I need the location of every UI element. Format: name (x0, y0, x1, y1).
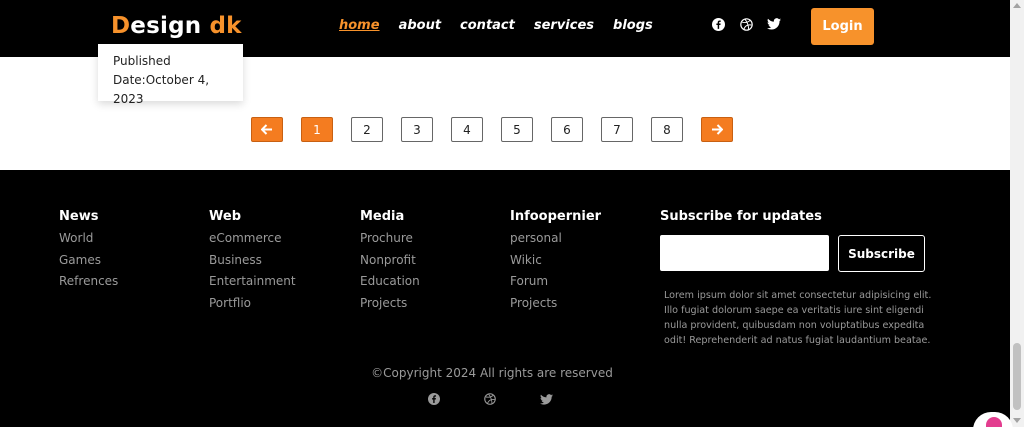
footer-column-title: News (59, 209, 99, 224)
blog-card: Published Date:October 4, 2023 (98, 44, 243, 106)
footer-link-entertainment[interactable]: Entertainment (209, 271, 296, 293)
scroll-up-arrow-icon[interactable] (1013, 3, 1021, 8)
facebook-icon[interactable] (711, 17, 725, 31)
dribbble-icon[interactable] (739, 17, 753, 31)
subscribe-description: Lorem ipsum dolor sit amet consectetur a… (664, 290, 932, 346)
footer-column-infoopernier: Infoopernier personal Wikic Forum Projec… (510, 209, 601, 314)
login-button[interactable]: Login (811, 8, 874, 45)
footer-link-nonprofit[interactable]: Nonprofit (360, 250, 420, 272)
header-social-links (711, 17, 781, 31)
pagination-page-6[interactable]: 6 (551, 117, 583, 142)
arrow-right-icon (712, 124, 723, 135)
subscribe-title: Subscribe for updates (660, 209, 822, 224)
footer-link-wikic[interactable]: Wikic (510, 250, 601, 272)
nav-link-blogs[interactable]: blogs (613, 18, 653, 33)
nav-link-contact[interactable]: contact (460, 18, 515, 33)
pagination: 1 2 3 4 5 6 7 8 (251, 117, 733, 142)
scroll-down-arrow-icon[interactable] (1013, 418, 1021, 423)
footer-link-portflio[interactable]: Portflio (209, 293, 296, 315)
site-footer: News World Games Refrences Web eCommerce… (0, 170, 1010, 427)
footer-link-business[interactable]: Business (209, 250, 296, 272)
pagination-page-2[interactable]: 2 (351, 117, 383, 142)
scrollbar-thumb[interactable] (1013, 343, 1021, 410)
pagination-page-5[interactable]: 5 (501, 117, 533, 142)
site-logo[interactable]: Design dk (111, 13, 242, 39)
footer-link-projects[interactable]: Projects (360, 293, 420, 315)
nav-link-about[interactable]: about (399, 18, 441, 33)
pagination-page-1[interactable]: 1 (301, 117, 333, 142)
pagination-page-8[interactable]: 8 (651, 117, 683, 142)
subscribe-button[interactable]: Subscribe (838, 235, 925, 272)
widget-logo-icon (986, 417, 1002, 427)
twitter-icon[interactable] (767, 17, 781, 31)
footer-column-title: Web (209, 209, 241, 224)
logo-initial: D (111, 13, 131, 39)
pagination-page-7[interactable]: 7 (601, 117, 633, 142)
dribbble-icon[interactable] (483, 392, 497, 406)
footer-column-media: Media Prochure Nonprofit Education Proje… (360, 209, 420, 314)
footer-column-news: News World Games Refrences (59, 209, 118, 293)
logo-suffix: dk (209, 13, 242, 39)
footer-link-ecommerce[interactable]: eCommerce (209, 228, 296, 250)
footer-column-title: Infoopernier (510, 209, 602, 224)
subscribe-email-input[interactable] (660, 235, 829, 271)
footer-link-education[interactable]: Education (360, 271, 420, 293)
footer-column-title: Media (360, 209, 405, 224)
footer-link-projects[interactable]: Projects (510, 293, 601, 315)
nav-link-home[interactable]: home (339, 18, 380, 33)
footer-link-prochure[interactable]: Prochure (360, 228, 420, 250)
footer-column-web: Web eCommerce Business Entertainment Por… (209, 209, 296, 314)
nav-link-services[interactable]: services (534, 18, 594, 33)
main-nav: home about contact services blogs (339, 18, 653, 33)
card-published-date: Date:October 4, 2023 (113, 73, 210, 106)
logo-middle: esign (130, 13, 210, 39)
footer-link-personal[interactable]: personal (510, 228, 601, 250)
footer-link-games[interactable]: Games (59, 250, 118, 272)
pagination-prev-button[interactable] (251, 117, 283, 142)
pagination-page-4[interactable]: 4 (451, 117, 483, 142)
copyright-text: ©Copyright 2024 All rights are reserved (371, 366, 613, 380)
footer-link-forum[interactable]: Forum (510, 271, 601, 293)
arrow-left-icon (261, 124, 272, 135)
pagination-next-button[interactable] (701, 117, 733, 142)
pagination-page-3[interactable]: 3 (401, 117, 433, 142)
footer-link-refrences[interactable]: Refrences (59, 271, 118, 293)
card-published-label: Published (113, 54, 171, 68)
footer-social-links (427, 392, 553, 406)
facebook-icon[interactable] (427, 392, 441, 406)
footer-link-world[interactable]: World (59, 228, 118, 250)
twitter-icon[interactable] (539, 392, 553, 406)
page-scrollbar[interactable] (1010, 0, 1024, 427)
